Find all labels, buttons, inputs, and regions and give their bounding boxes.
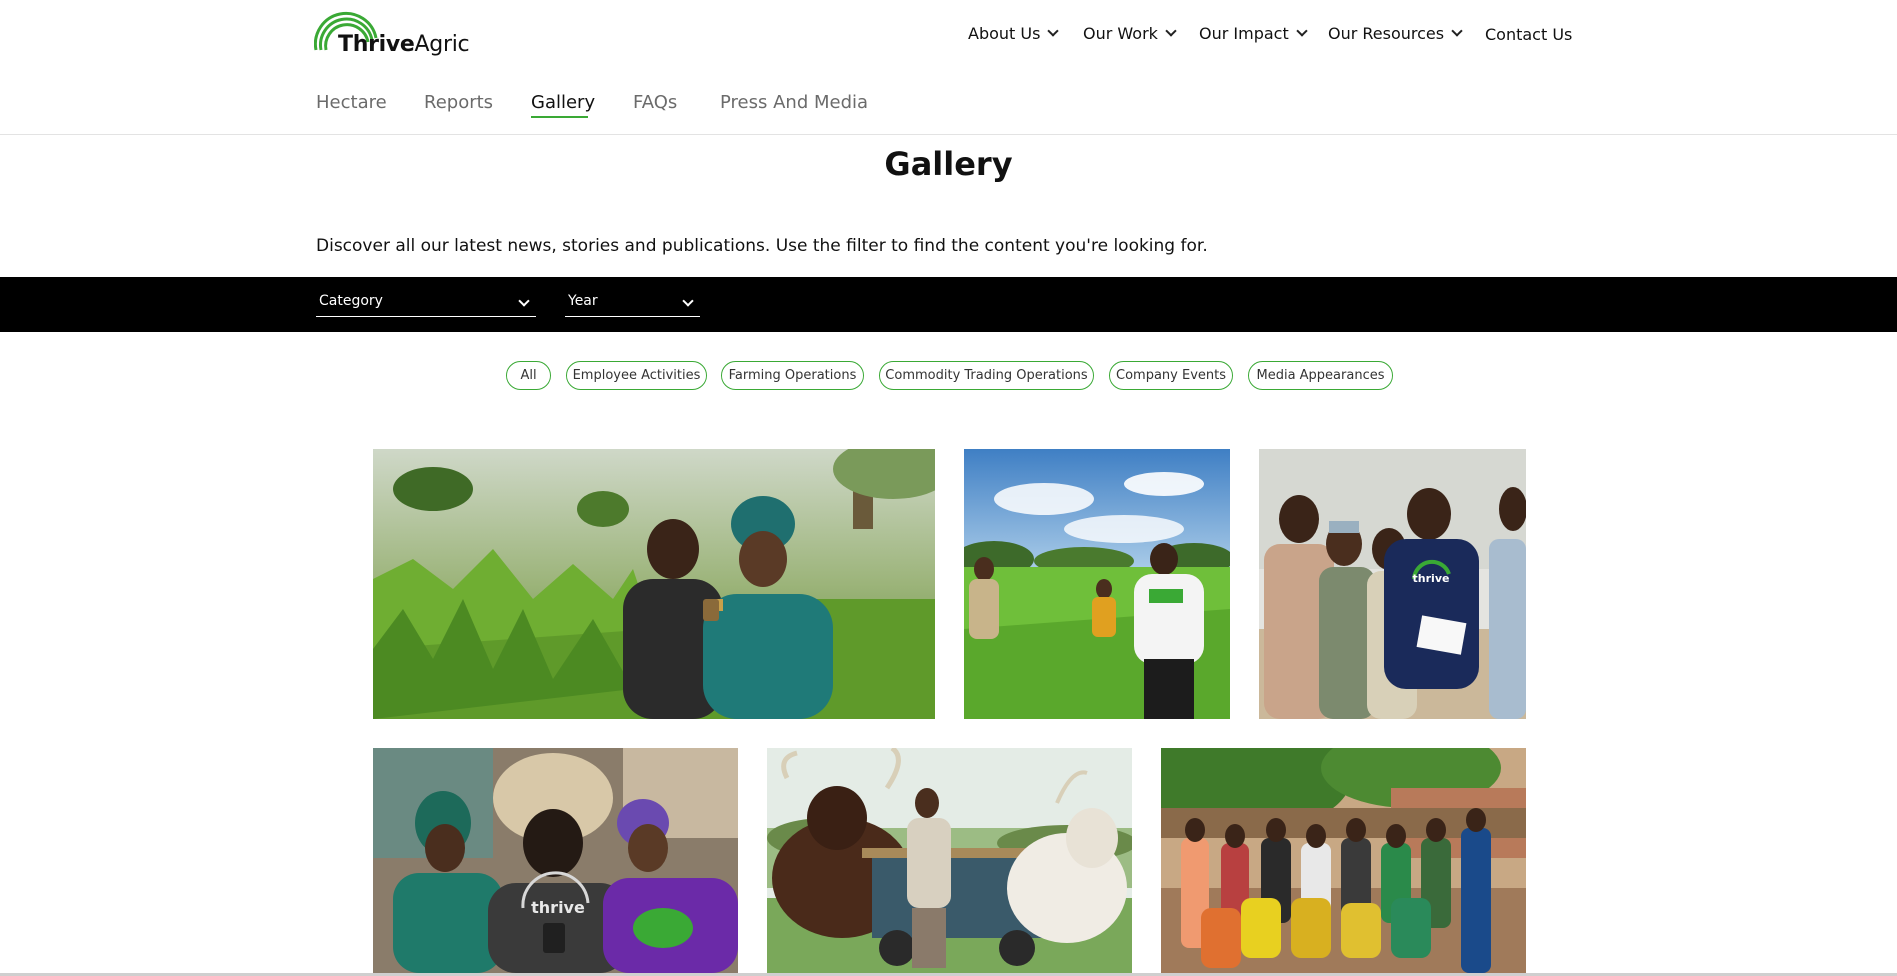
nav-our-impact-label: Our Impact bbox=[1199, 24, 1289, 43]
pill-company-events[interactable]: Company Events bbox=[1109, 361, 1233, 390]
gallery-photo-3[interactable]: thrive bbox=[1259, 449, 1526, 719]
nav-our-resources-label: Our Resources bbox=[1328, 24, 1445, 43]
nav-contact-us[interactable]: Contact Us bbox=[1485, 25, 1572, 44]
chevron-down-icon bbox=[518, 295, 530, 307]
photo-men-thrive-tshirt-documents: thrive bbox=[1259, 449, 1526, 719]
chevron-down-icon bbox=[682, 295, 694, 307]
chevron-down-icon bbox=[1296, 25, 1308, 37]
subnav-faqs[interactable]: FAQs bbox=[633, 92, 677, 113]
nav-about-us-label: About Us bbox=[968, 24, 1041, 43]
chevron-down-icon bbox=[1451, 25, 1463, 37]
year-select[interactable]: Year bbox=[565, 292, 700, 317]
year-select-label: Year bbox=[568, 293, 598, 309]
gallery-photo-6[interactable] bbox=[1161, 748, 1526, 973]
chevron-down-icon bbox=[1047, 25, 1060, 37]
active-tab-underline bbox=[531, 116, 588, 118]
category-select[interactable]: Category bbox=[316, 292, 536, 317]
tshirt-print-text: thrive bbox=[1413, 572, 1450, 585]
subnav-press-and-media[interactable]: Press And Media bbox=[720, 92, 868, 113]
nav-about-us[interactable]: About Us bbox=[968, 24, 1060, 43]
photo-women-looking-at-phone: thrive bbox=[373, 748, 738, 973]
pill-farming-operations[interactable]: Farming Operations bbox=[721, 361, 864, 390]
filter-bar: Category Year bbox=[0, 277, 1897, 332]
category-select-label: Category bbox=[319, 293, 383, 309]
main-navigation: About Us Our Work Our Impact Our Resourc… bbox=[0, 24, 1897, 50]
pill-media-appearances[interactable]: Media Appearances bbox=[1248, 361, 1393, 390]
pill-commodity-trading-operations[interactable]: Commodity Trading Operations bbox=[879, 361, 1094, 390]
chevron-down-icon bbox=[1165, 25, 1177, 37]
subnav-reports[interactable]: Reports bbox=[424, 92, 493, 113]
tshirt-print-text: thrive bbox=[531, 898, 585, 917]
subnav-gallery[interactable]: Gallery bbox=[531, 92, 595, 113]
nav-our-impact[interactable]: Our Impact bbox=[1199, 24, 1308, 43]
page-title: Gallery bbox=[884, 145, 1013, 183]
gallery-photo-4[interactable]: thrive bbox=[373, 748, 738, 973]
page: ThriveAgric About Us Our Work Our Impact… bbox=[0, 0, 1897, 976]
nav-contact-us-label: Contact Us bbox=[1485, 25, 1573, 44]
pill-employee-activities[interactable]: Employee Activities bbox=[566, 361, 707, 390]
photo-group-celebrating-village bbox=[1161, 748, 1526, 973]
site-header: ThriveAgric About Us Our Work Our Impact… bbox=[0, 0, 1897, 135]
gallery-photo-1[interactable] bbox=[373, 449, 935, 719]
gallery-photo-2[interactable] bbox=[964, 449, 1230, 719]
nav-our-work-label: Our Work bbox=[1083, 24, 1158, 43]
photo-two-women-phone-maize-field bbox=[373, 449, 935, 719]
nav-our-resources[interactable]: Our Resources bbox=[1328, 24, 1463, 43]
gallery-photo-5[interactable] bbox=[767, 748, 1132, 973]
page-intro: Discover all our latest news, stories an… bbox=[316, 236, 1208, 256]
pill-all[interactable]: All bbox=[506, 361, 551, 390]
photo-farmers-rice-field bbox=[964, 449, 1230, 719]
nav-our-work[interactable]: Our Work bbox=[1083, 24, 1177, 43]
photo-man-with-oxen-cart bbox=[767, 748, 1132, 973]
subnav-hectare[interactable]: Hectare bbox=[316, 92, 387, 113]
